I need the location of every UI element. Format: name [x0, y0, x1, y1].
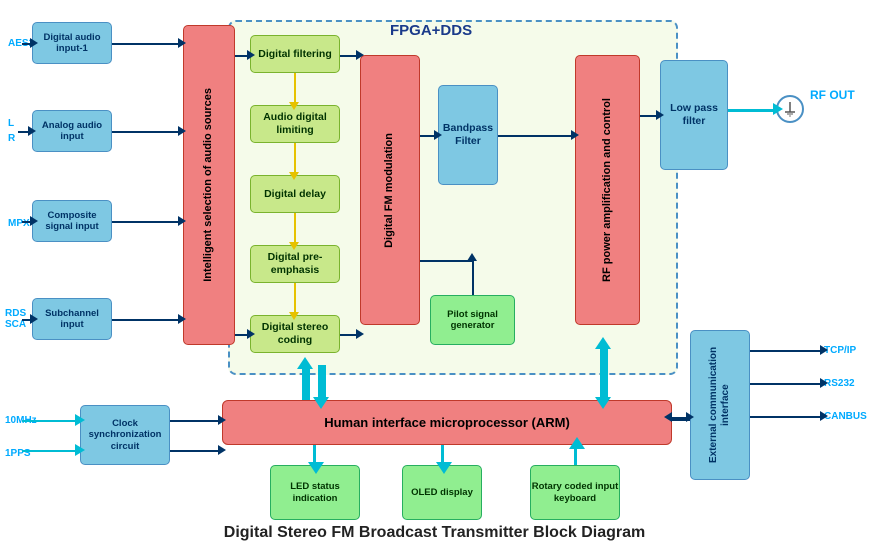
label-mpx: MPX: [8, 218, 30, 229]
arrowhead-bp-rf: [571, 130, 579, 140]
arrowhead-lp-rfout: [773, 103, 783, 115]
arrowhead-lr: [28, 126, 36, 136]
arrowhead-aes1: [30, 38, 38, 48]
arrowhead-limit-delay: [289, 172, 299, 180]
arrow-delay-to-pre: [294, 213, 296, 245]
label-l: L: [8, 118, 14, 129]
diagram-container: FPGA+DDS AES1 L R MPX RDSSCA 10MHz 1PPS …: [0, 0, 869, 550]
arrow-comp-to-sel: [112, 221, 183, 223]
arrow-arm-to-fpga-up: [302, 365, 310, 400]
arrow-pre-to-stereo: [294, 283, 296, 315]
label-rs232: RS232: [824, 378, 855, 389]
arrowhead-clock-arm1: [218, 415, 226, 425]
arrow-lp-to-rfout: [728, 109, 778, 112]
arrowhead-da-sel: [178, 38, 186, 48]
arrowhead-arm-oled: [436, 462, 452, 474]
arrow-rf-to-arm-v: [600, 345, 608, 400]
digital-audio-input-block: Digital audio input-1: [32, 22, 112, 64]
arrow-ext-to-canbus: [750, 416, 824, 418]
arrowhead-filt-fm: [356, 50, 364, 60]
label-rf-out: RF OUT: [810, 88, 855, 102]
analog-audio-input-block: Analog audio input: [32, 110, 112, 152]
arrowhead-ext-tcpip: [820, 345, 828, 355]
intelligent-selection-block: Intelligent selection of audio sources: [183, 25, 235, 345]
arrowhead-10mhz-clock: [75, 414, 85, 426]
arrowhead-arm-ext: [686, 412, 694, 422]
arrowhead-delay-pre: [289, 242, 299, 250]
composite-signal-block: Composite signal input: [32, 200, 112, 242]
arrow-ext-to-tcpip: [750, 350, 824, 352]
arrowhead-1pps-clock: [75, 444, 85, 456]
diagram-title: Digital Stereo FM Broadcast Transmitter …: [0, 524, 869, 542]
label-r: R: [8, 133, 15, 144]
arrow-da-to-sel: [112, 43, 183, 45]
arrowhead-arm-led: [308, 462, 324, 474]
low-pass-filter-block: Low pass filter: [660, 60, 728, 170]
arrow-pilot-h: [420, 260, 472, 262]
arrowhead-rf-arm-down: [595, 397, 611, 409]
arrowhead-aa-sel: [178, 126, 186, 136]
external-comm-block: External communication interface: [690, 330, 750, 480]
label-tcpip: TCP/IP: [824, 345, 856, 356]
arrowhead-mpx: [30, 216, 38, 226]
arrow-pilot-to-fm: [472, 260, 474, 295]
arrowhead-rf-arm-up: [595, 337, 611, 349]
arrowhead-rotary-arm: [569, 437, 585, 449]
digital-delay-block: Digital delay: [250, 175, 340, 213]
digital-fm-modulation-block: Digital FM modulation: [360, 55, 420, 325]
digital-filtering-block: Digital filtering: [250, 35, 340, 73]
arrowhead-sel-filt: [247, 50, 255, 60]
arrow-sub-to-sel: [112, 319, 183, 321]
arrow-1pps-to-clock: [22, 450, 80, 452]
arrowhead-ext-arm: [664, 412, 672, 422]
digital-stereo-coding-block: Digital stereo coding: [250, 315, 340, 353]
arrowhead-sel-stereo: [247, 329, 255, 339]
arrowhead-rds: [30, 314, 38, 324]
digital-preemphasis-block: Digital pre-emphasis: [250, 245, 340, 283]
rf-power-block: RF power amplification and control: [575, 55, 640, 325]
audio-digital-limiting-block: Audio digital limiting: [250, 105, 340, 143]
arrowhead-comp-sel: [178, 216, 186, 226]
arrowhead-rf-lp: [656, 110, 664, 120]
rotary-coded-block: Rotary coded input keyboard: [530, 465, 620, 520]
arrow-clock-to-arm2: [170, 450, 222, 452]
arrow-aa-to-sel: [112, 131, 183, 133]
arrowhead-ext-rs232: [820, 378, 828, 388]
arrow-10mhz-to-clock: [22, 420, 80, 422]
fpga-label: FPGA+DDS: [390, 22, 472, 39]
arrow-clock-to-arm1: [170, 420, 222, 422]
arrowhead-fpga-arm-down: [313, 397, 329, 409]
bandpass-filter-block: Bandpass Filter: [438, 85, 498, 185]
arrowhead-filt-limit: [289, 102, 299, 110]
label-canbus: CANBUS: [824, 411, 867, 422]
subchannel-input-block: Subchannel input: [32, 298, 112, 340]
arrowhead-fm-bp: [434, 130, 442, 140]
arrowhead-stereo-fm: [356, 329, 364, 339]
clock-sync-block: Clock synchronization circuit: [80, 405, 170, 465]
arrowhead-arm-fpga-up: [297, 357, 313, 369]
arrowhead-pre-stereo: [289, 312, 299, 320]
arrow-fpga-to-arm-down: [318, 365, 326, 400]
arrowhead-clock-arm2: [218, 445, 226, 455]
arrow-ext-to-rs232: [750, 383, 824, 385]
arrowhead-sub-sel: [178, 314, 186, 324]
pilot-signal-block: Pilot signal generator: [430, 295, 515, 345]
arrowhead-ext-canbus: [820, 411, 828, 421]
arrow-filt-to-limit: [294, 73, 296, 105]
arrow-limit-to-delay: [294, 143, 296, 175]
arrow-bp-to-rf: [498, 135, 575, 137]
